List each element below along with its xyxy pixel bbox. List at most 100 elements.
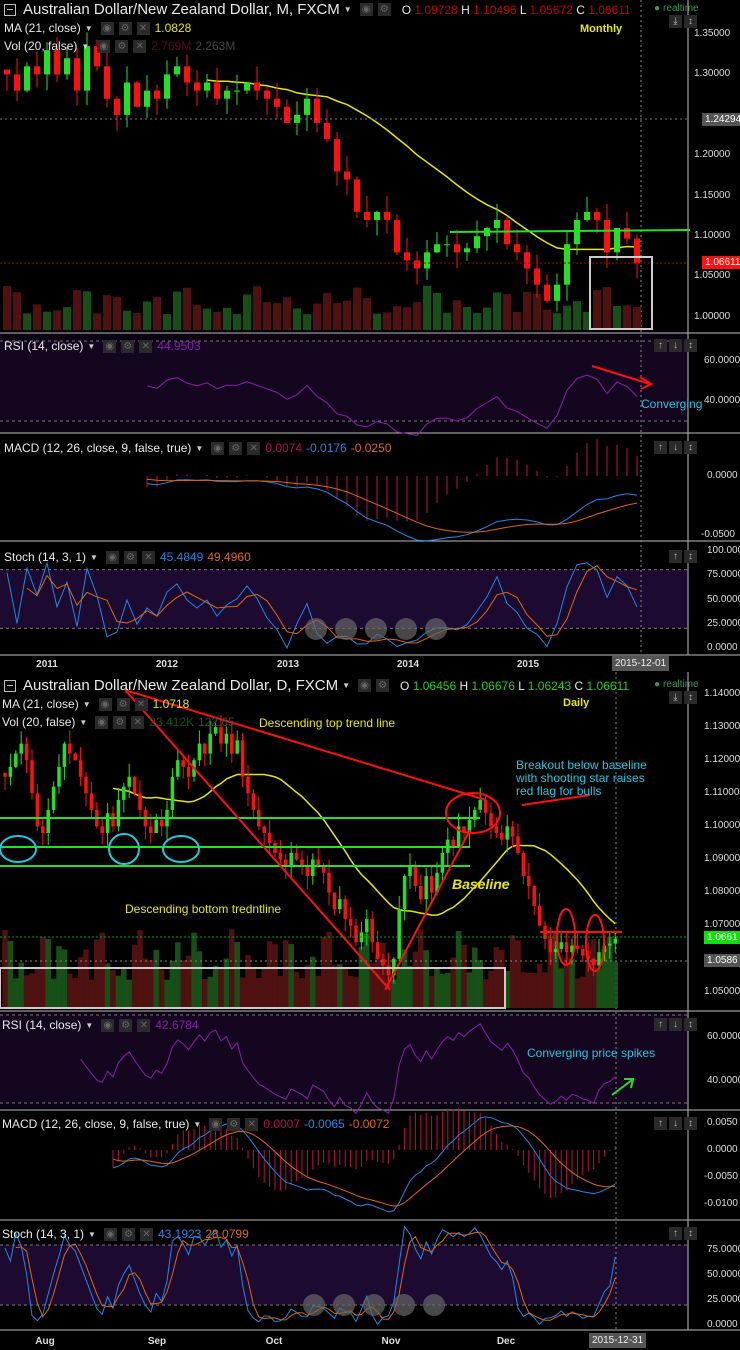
arrow-down-icon[interactable]: ⤓: [669, 691, 682, 704]
chevron-down-icon[interactable]: ▼: [193, 1120, 201, 1129]
close-icon[interactable]: ✕: [134, 697, 148, 711]
gear-icon[interactable]: ⚙: [115, 39, 129, 53]
gear-icon[interactable]: ⚙: [119, 1018, 133, 1032]
volume-bar: [73, 290, 81, 330]
arrows-vertical-icon[interactable]: ↕: [684, 15, 697, 28]
arrows-vertical-icon[interactable]: ↕: [684, 691, 697, 704]
eye-icon[interactable]: ◉: [103, 1227, 117, 1241]
close-icon[interactable]: ✕: [133, 39, 147, 53]
arrow-up-icon[interactable]: ↑: [654, 441, 667, 454]
stoch-label[interactable]: Stoch (14, 3, 1): [4, 550, 86, 564]
chevron-down-icon[interactable]: ▼: [90, 553, 98, 562]
vol-label[interactable]: Vol (20, false): [4, 39, 77, 53]
eye-icon[interactable]: ◉: [97, 39, 111, 53]
close-icon[interactable]: ✕: [141, 550, 155, 564]
chart-nav-button[interactable]: [423, 1294, 445, 1316]
candle: [510, 826, 515, 837]
gear-icon[interactable]: ⚙: [227, 1117, 241, 1131]
vol-label[interactable]: Vol (20, false): [2, 715, 75, 729]
arrow-up-icon[interactable]: ↑: [669, 1227, 682, 1240]
annotation-baseline: Baseline: [452, 876, 510, 892]
chevron-down-icon[interactable]: ▼: [195, 444, 203, 453]
chevron-down-icon[interactable]: ▼: [85, 24, 93, 33]
eye-icon[interactable]: ◉: [209, 1117, 223, 1131]
arrow-down-icon[interactable]: ↓: [669, 1018, 682, 1031]
ma-label[interactable]: MA (21, close): [4, 21, 81, 35]
candle: [62, 743, 67, 767]
arrow-down-icon[interactable]: ↓: [669, 441, 682, 454]
eye-icon[interactable]: ◉: [105, 550, 119, 564]
arrows-vertical-icon[interactable]: ↕: [684, 441, 697, 454]
volume-bar: [320, 937, 327, 1008]
gear-icon[interactable]: ⚙: [118, 21, 132, 35]
arrow-up-icon[interactable]: ↑: [654, 1018, 667, 1031]
chart-nav-button[interactable]: [395, 618, 417, 640]
chevron-down-icon[interactable]: ▼: [344, 5, 352, 14]
gear-icon[interactable]: ⚙: [123, 550, 137, 564]
arrows-vertical-icon[interactable]: ↕: [684, 1227, 697, 1240]
chart-nav-button[interactable]: [335, 618, 357, 640]
chart-nav-button[interactable]: [365, 618, 387, 640]
candle: [394, 219, 400, 253]
ma-label[interactable]: MA (21, close): [2, 697, 79, 711]
gear-icon[interactable]: ⚙: [116, 697, 130, 711]
chevron-down-icon[interactable]: ▼: [79, 718, 87, 727]
chart-canvas[interactable]: [0, 0, 740, 1350]
eye-icon[interactable]: ◉: [358, 679, 372, 692]
gear-icon[interactable]: ⚙: [376, 679, 390, 692]
chevron-down-icon[interactable]: ▼: [81, 42, 89, 51]
chevron-down-icon[interactable]: ▼: [85, 1021, 93, 1030]
eye-icon[interactable]: ◉: [95, 715, 109, 729]
arrow-down-icon[interactable]: ⤓: [669, 15, 682, 28]
chart-nav-button[interactable]: [303, 1294, 325, 1316]
rsi-label[interactable]: RSI (14, close): [2, 1018, 81, 1032]
close-icon[interactable]: ✕: [139, 1227, 153, 1241]
arrow-up-icon[interactable]: ↑: [669, 550, 682, 563]
close-icon[interactable]: ✕: [137, 1018, 151, 1032]
chart-nav-button[interactable]: [393, 1294, 415, 1316]
arrow-down-icon[interactable]: ↓: [669, 339, 682, 352]
arrows-vertical-icon[interactable]: ↕: [684, 1117, 697, 1130]
chevron-down-icon[interactable]: ▼: [342, 681, 350, 690]
gear-icon[interactable]: ⚙: [229, 441, 243, 455]
chevron-down-icon[interactable]: ▼: [83, 700, 91, 709]
gear-icon[interactable]: ⚙: [121, 339, 135, 353]
arrows-vertical-icon[interactable]: ↕: [684, 339, 697, 352]
chevron-down-icon[interactable]: ▼: [87, 342, 95, 351]
close-icon[interactable]: ✕: [139, 339, 153, 353]
eye-icon[interactable]: ◉: [103, 339, 117, 353]
chart-nav-button[interactable]: [333, 1294, 355, 1316]
volume-bar: [380, 942, 386, 1008]
eye-icon[interactable]: ◉: [101, 1018, 115, 1032]
rsi-label[interactable]: RSI (14, close): [4, 339, 83, 353]
chevron-down-icon[interactable]: ▼: [88, 1230, 96, 1239]
close-icon[interactable]: ✕: [245, 1117, 259, 1131]
arrows-vertical-icon[interactable]: ↕: [684, 550, 697, 563]
arrow-up-icon[interactable]: ↑: [654, 339, 667, 352]
collapse-icon[interactable]: [4, 3, 16, 16]
chart-nav-button[interactable]: [305, 618, 327, 640]
arrow-up-icon[interactable]: ↑: [654, 1117, 667, 1130]
gear-icon[interactable]: ⚙: [113, 715, 127, 729]
gear-icon[interactable]: ⚙: [121, 1227, 135, 1241]
macd-label[interactable]: MACD (12, 26, close, 9, false, true): [2, 1117, 189, 1131]
eye-icon[interactable]: ◉: [211, 441, 225, 455]
chart-nav-button[interactable]: [425, 618, 447, 640]
volume-bar: [53, 310, 61, 330]
eye-icon[interactable]: ◉: [359, 3, 373, 16]
macd-label[interactable]: MACD (12, 26, close, 9, false, true): [4, 441, 191, 455]
arrow-down-icon[interactable]: ↓: [669, 1117, 682, 1130]
eye-icon[interactable]: ◉: [98, 697, 112, 711]
arrows-vertical-icon[interactable]: ↕: [684, 1018, 697, 1031]
close-icon[interactable]: ✕: [136, 21, 150, 35]
close-icon[interactable]: ✕: [247, 441, 261, 455]
eye-icon[interactable]: ◉: [100, 21, 114, 35]
volume-bar: [315, 975, 321, 1008]
chart-nav-button[interactable]: [363, 1294, 385, 1316]
stoch-label[interactable]: Stoch (14, 3, 1): [2, 1227, 84, 1241]
gear-icon[interactable]: ⚙: [377, 3, 391, 16]
daily-symbol-title[interactable]: Australian Dollar/New Zealand Dollar, D,…: [23, 677, 338, 694]
collapse-icon[interactable]: [4, 679, 16, 692]
monthly-symbol-title[interactable]: Australian Dollar/New Zealand Dollar, M,…: [23, 1, 340, 18]
close-icon[interactable]: ✕: [131, 715, 145, 729]
